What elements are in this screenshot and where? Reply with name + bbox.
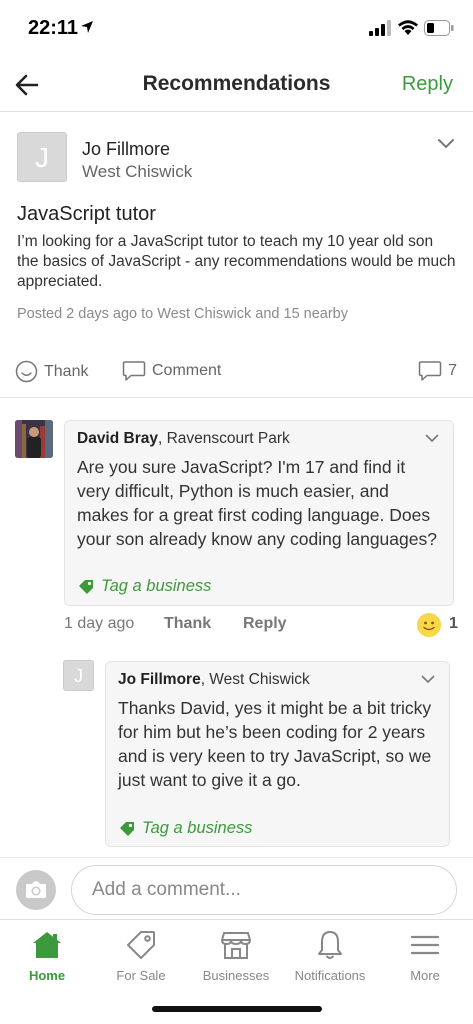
post-title: JavaScript tutor (17, 203, 156, 225)
tab-businesses[interactable]: Businesses (189, 928, 283, 983)
comment-label: Comment (152, 362, 222, 379)
wifi-icon (398, 20, 418, 35)
comment-bubble-icon (122, 361, 146, 381)
smiley-reaction-icon[interactable] (417, 613, 441, 637)
smiley-outline-icon (15, 360, 38, 383)
tag-icon (120, 821, 134, 836)
tab-more[interactable]: More (378, 928, 472, 983)
home-icon (33, 932, 61, 958)
reply-button[interactable]: Reply (402, 73, 453, 96)
comment-text: Are you sure JavaScript? I'm 17 and find… (77, 457, 437, 549)
store-icon (221, 932, 251, 959)
tab-label: More (410, 968, 440, 983)
comment-bubble-icon (418, 361, 442, 381)
post-author-name[interactable]: Jo Fillmore (82, 139, 170, 160)
post-actions: Thank Comment 7 (0, 346, 473, 398)
status-bar: 22:11 (0, 0, 473, 58)
tab-label: For Sale (116, 968, 166, 983)
comment-input[interactable] (71, 865, 457, 915)
comment-button[interactable]: Comment (122, 360, 221, 382)
reaction-count: 1 (449, 615, 458, 632)
comment-composer (0, 857, 473, 919)
comment-count[interactable]: 7 (418, 360, 457, 382)
comment-reply-button[interactable]: Reply (243, 615, 287, 633)
tag-icon (127, 931, 155, 959)
comment-author-name[interactable]: David Bray (77, 430, 158, 447)
post-author-area: West Chiswick (82, 162, 193, 181)
comment-header: Jo Fillmore, West Chiswick (118, 671, 310, 689)
camera-icon (26, 881, 46, 898)
nav-bar: Recommendations Reply (0, 58, 473, 112)
comment-header: David Bray, Ravenscourt Park (77, 430, 290, 448)
chevron-down-icon[interactable] (437, 138, 455, 150)
comment-thank-button[interactable]: Thank (164, 615, 211, 633)
comment-author-area: , West Chiswick (200, 671, 310, 688)
thank-label: Thank (44, 362, 89, 380)
tab-for-sale[interactable]: For Sale (94, 928, 188, 983)
avatar[interactable] (15, 420, 53, 458)
comment-count-value: 7 (448, 362, 457, 379)
tab-label: Businesses (202, 968, 270, 983)
chevron-down-icon[interactable] (425, 434, 439, 443)
tag-business-label: Tag a business (142, 819, 253, 837)
tag-business-link[interactable]: Tag a business (118, 819, 252, 838)
location-arrow-icon (81, 21, 93, 33)
tab-label: Home (28, 968, 66, 983)
tag-icon (79, 579, 93, 594)
tab-label: Notifications (294, 968, 366, 983)
comment-author-name[interactable]: Jo Fillmore (118, 671, 201, 688)
battery-icon (424, 20, 454, 36)
home-indicator (152, 1006, 322, 1012)
post-body: I’m looking for a JavaScript tutor to te… (17, 233, 456, 290)
bell-icon (318, 931, 342, 959)
comment-bubble: Jo Fillmore, West Chiswick Thanks David,… (105, 661, 450, 847)
tag-business-label: Tag a business (101, 577, 212, 595)
tab-home[interactable]: Home (0, 928, 94, 983)
post-meta: Posted 2 days ago to West Chiswick and 1… (17, 306, 349, 322)
menu-icon (410, 935, 440, 955)
comment-author-area: , Ravenscourt Park (157, 430, 290, 447)
comment-text: Thanks David, yes it might be a bit tric… (118, 698, 432, 790)
status-time: 22:11 (28, 17, 79, 39)
comment-bubble: David Bray, Ravenscourt Park Are you sur… (64, 420, 454, 606)
avatar[interactable]: J (17, 132, 67, 182)
thank-button[interactable]: Thank (15, 360, 88, 383)
profile-photo (15, 420, 53, 458)
tag-business-link[interactable]: Tag a business (77, 577, 211, 596)
comment-timestamp: 1 day ago (64, 615, 135, 632)
avatar[interactable]: J (63, 660, 94, 691)
chevron-down-icon[interactable] (421, 675, 435, 684)
cellular-signal-icon (369, 20, 391, 36)
tab-notifications[interactable]: Notifications (283, 928, 377, 983)
camera-button[interactable] (16, 870, 56, 910)
